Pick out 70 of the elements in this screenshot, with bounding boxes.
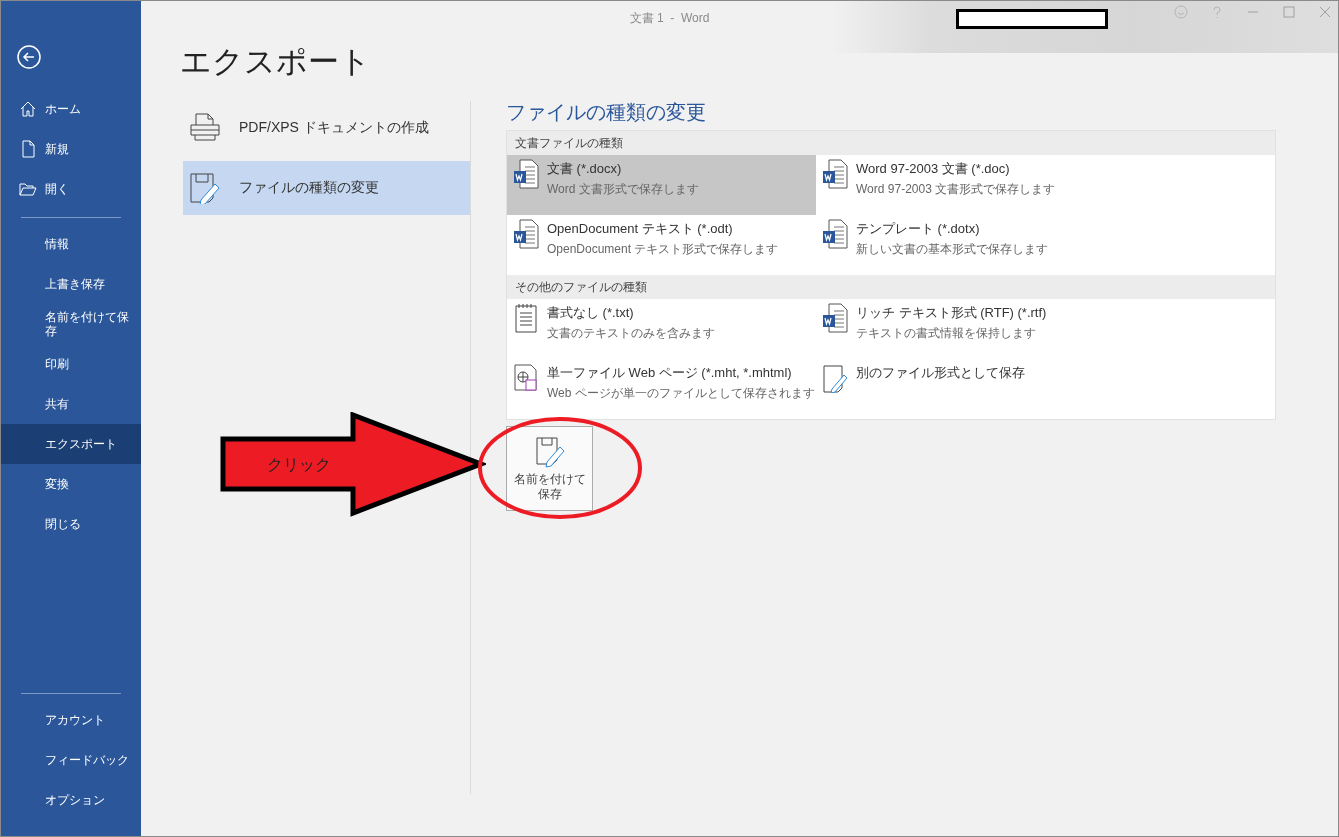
file-type-description: テキストの書式情報を保持します (856, 325, 1037, 342)
sidebar-label: ホーム (45, 102, 81, 116)
file-type-description: 新しい文書の基本形式で保存します (856, 241, 1048, 258)
web-page-icon (513, 363, 539, 393)
sidebar-item[interactable]: エクスポート (1, 424, 141, 464)
file-type-item[interactable]: 文書 (*.docx) Word 文書形式で保存します (507, 155, 816, 215)
window-title: 文書 1 - Word (629, 9, 710, 27)
file-type-description: Web ページが単一のファイルとして保存されます (547, 385, 815, 402)
sidebar-item[interactable]: 名前を付けて保存 (1, 304, 141, 344)
document-icon (19, 140, 37, 158)
save-as-icon (822, 363, 848, 393)
file-type-title: テンプレート (*.dotx) (856, 220, 981, 238)
section-header: その他のファイルの種類 (507, 275, 1275, 299)
file-type-description: 文書のテキストのみを含みます (547, 325, 715, 342)
file-type-title: 単一ファイル Web ページ (*.mht, *.mhtml) (547, 364, 793, 382)
sidebar-item[interactable]: アカウント (1, 700, 141, 740)
file-type-item[interactable]: テンプレート (*.dotx) 新しい文書の基本形式で保存します (816, 215, 1275, 275)
sidebar-label: 開く (45, 182, 69, 196)
file-type-title: Word 97-2003 文書 (*.doc) (856, 160, 1011, 178)
file-type-title: 別のファイル形式として保存 (856, 364, 1025, 382)
sidebar-item[interactable]: ホーム (1, 89, 141, 129)
home-icon (19, 100, 37, 118)
sidebar-item[interactable]: 変換 (1, 464, 141, 504)
word-document-icon (822, 219, 848, 249)
help-icon[interactable] (1210, 5, 1224, 19)
file-type-title: リッチ テキスト形式 (RTF) (*.rtf) (856, 304, 1047, 322)
file-type-title: OpenDocument テキスト (*.odt) (547, 220, 734, 238)
arrow-label: クリック (267, 455, 331, 475)
file-type-title: 書式なし (*.txt) (547, 304, 635, 322)
file-type-title: 文書 (*.docx) (547, 160, 623, 178)
file-type-item[interactable]: Word 97-2003 文書 (*.doc) Word 97-2003 文書形式で保存します (816, 155, 1275, 215)
sidebar-item[interactable]: 共有 (1, 384, 141, 424)
page-title: エクスポート (180, 43, 372, 81)
option-label: ファイルの種類の変更 (239, 179, 379, 197)
sidebar-item[interactable]: 新規 (1, 129, 141, 169)
word-document-icon (822, 303, 848, 333)
sidebar-item[interactable]: 印刷 (1, 344, 141, 384)
save-as-button[interactable]: 名前を付けて保存 (506, 426, 593, 511)
file-type-description: Word 97-2003 文書形式で保存します (856, 181, 1056, 198)
file-type-item[interactable]: OpenDocument テキスト (*.odt) OpenDocument テキスト形式で保存します (507, 215, 816, 275)
file-type-item[interactable]: 書式なし (*.txt) 文書のテキストのみを含みます (507, 299, 816, 359)
export-option[interactable]: ファイルの種類の変更 (183, 161, 470, 215)
sidebar-item[interactable]: 上書き保存 (1, 264, 141, 304)
sidebar-item[interactable]: フィードバック (1, 740, 141, 780)
file-type-item[interactable]: 別のファイル形式として保存 (816, 359, 1275, 419)
smiley-icon[interactable] (1174, 5, 1188, 19)
maximize-icon[interactable] (1282, 5, 1296, 19)
notepad-icon (513, 303, 539, 333)
option-label: PDF/XPS ドキュメントの作成 (239, 119, 429, 137)
folder-icon (19, 180, 37, 198)
back-icon[interactable] (17, 45, 41, 69)
printer-icon (189, 112, 221, 144)
word-document-icon (513, 159, 539, 189)
file-type-item[interactable]: リッチ テキスト形式 (RTF) (*.rtf) テキストの書式情報を保持します (816, 299, 1275, 359)
export-option[interactable]: PDF/XPS ドキュメントの作成 (183, 101, 470, 155)
section-title: ファイルの種類の変更 (506, 100, 707, 125)
sidebar-item[interactable]: オプション (1, 780, 141, 820)
sidebar-item[interactable]: 閉じる (1, 504, 141, 544)
close-icon[interactable] (1318, 5, 1332, 19)
save-as-icon (189, 172, 221, 204)
file-type-item[interactable]: 単一ファイル Web ページ (*.mht, *.mhtml) Web ページが単一のファイルとして保存されます (507, 359, 816, 419)
word-document-icon (822, 159, 848, 189)
save-as-icon (533, 435, 566, 468)
sidebar-item[interactable]: 開く (1, 169, 141, 209)
word-document-icon (513, 219, 539, 249)
file-type-description: OpenDocument テキスト形式で保存します (547, 241, 779, 258)
sidebar-item[interactable]: 情報 (1, 224, 141, 264)
file-type-description: Word 文書形式で保存します (547, 181, 699, 198)
section-header: 文書ファイルの種類 (507, 131, 1275, 155)
sidebar-label: 新規 (45, 142, 69, 156)
